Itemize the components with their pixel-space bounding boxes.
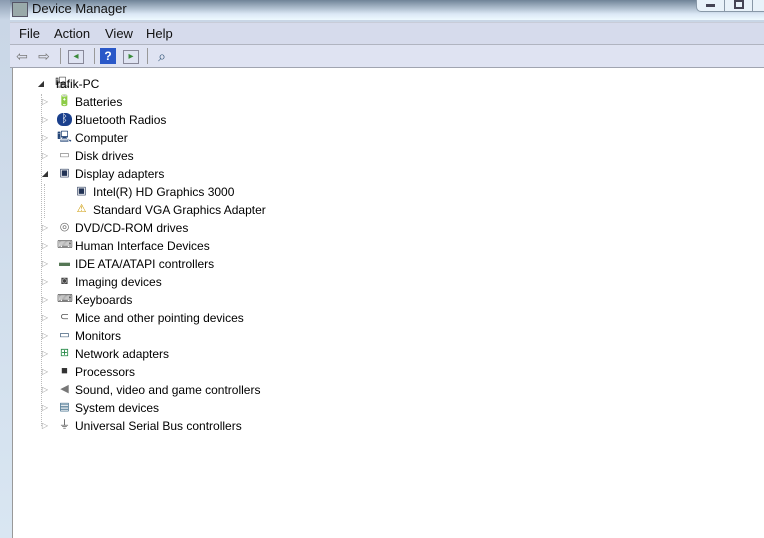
disk-drive-icon: ▭ [59, 149, 70, 161]
expand-arrow-icon[interactable]: ▷ [41, 363, 49, 381]
tree-item-label: Human Interface Devices [75, 239, 210, 253]
expand-arrow-icon[interactable]: ▷ [41, 309, 49, 327]
expand-arrow-icon[interactable]: ▷ [41, 111, 49, 129]
tree-item-label: Mice and other pointing devices [75, 311, 244, 325]
processor-icon: ■ [61, 365, 68, 377]
monitor-icon: ▭ [59, 329, 70, 341]
display-adapter-icon: ▣ [76, 185, 87, 197]
speaker-icon: ◀ [60, 383, 69, 395]
forward-icon[interactable]: ⇨ [36, 48, 52, 64]
tree-item-label: System devices [75, 401, 160, 415]
expand-arrow-icon[interactable]: ▷ [41, 417, 49, 435]
system-icon: ▤ [59, 401, 70, 413]
camera-icon: ◙ [61, 275, 68, 287]
tree-item-label: Disk drives [75, 149, 134, 163]
menu-file[interactable]: File [19, 26, 40, 41]
ide-icon: ▬ [59, 257, 70, 269]
show-hide-console-tree-icon[interactable]: ◂ [68, 50, 84, 64]
show-action-pane-icon[interactable]: ▸ [123, 50, 139, 64]
tree-item-label: Batteries [75, 95, 123, 109]
expand-arrow-icon[interactable]: ▷ [41, 291, 49, 309]
tree-item-label: Monitors [75, 329, 122, 343]
window-title: Device Manager [32, 1, 127, 16]
expand-arrow-icon[interactable]: ▷ [41, 255, 49, 273]
network-icon: ⊞ [59, 347, 70, 359]
collapse-arrow-icon[interactable]: ◢ [37, 75, 45, 93]
tree-item-label: DVD/CD-ROM drives [75, 221, 189, 235]
tree-item-label: Processors [75, 365, 136, 379]
usb-icon: ⏚ [59, 419, 70, 431]
back-icon[interactable]: ⇦ [14, 48, 30, 64]
tree-item-label: Network adapters [75, 347, 170, 361]
expand-arrow-icon[interactable]: ▷ [41, 93, 49, 111]
maximize-button[interactable] [725, 0, 753, 11]
expand-arrow-icon[interactable]: ▷ [41, 129, 49, 147]
menu-help[interactable]: Help [146, 26, 173, 41]
bluetooth-icon: ᛒ [57, 113, 72, 126]
tree-item-label: Standard VGA Graphics Adapter [93, 203, 266, 217]
expand-arrow-icon[interactable]: ▷ [41, 219, 49, 237]
mouse-icon: ⊂ [59, 311, 70, 323]
tree-item-label: Keyboards [75, 293, 133, 307]
device-manager-icon [12, 2, 28, 17]
expand-arrow-icon[interactable]: ▷ [41, 273, 49, 291]
expand-arrow-icon[interactable]: ▷ [41, 381, 49, 399]
computer-icon: 🖳 [57, 131, 72, 143]
tree-item-label: Sound, video and game controllers [75, 383, 261, 397]
tree-item-label: Universal Serial Bus controllers [75, 419, 242, 433]
tree-item-label: Computer [75, 131, 128, 145]
tree-item-label: Imaging devices [75, 275, 162, 289]
title-bar[interactable]: Device Manager [10, 0, 764, 20]
tree-item-label: Display adapters [75, 167, 165, 181]
window-controls [696, 0, 764, 12]
menu-view[interactable]: View [105, 26, 133, 41]
battery-icon: 🔋 [57, 95, 72, 107]
expand-arrow-icon[interactable]: ▷ [41, 399, 49, 417]
tree-root-label: rafik-PC [56, 77, 100, 91]
menu-action[interactable]: Action [54, 26, 90, 41]
hid-icon: ⌨ [57, 239, 73, 251]
tree-item-label: Intel(R) HD Graphics 3000 [93, 185, 235, 199]
expand-arrow-icon[interactable]: ▷ [41, 345, 49, 363]
dvd-icon: ◎ [59, 221, 70, 233]
scan-hardware-icon[interactable]: ⌕ [154, 48, 170, 64]
tree-item-label: Bluetooth Radios [75, 113, 167, 127]
device-tree: ◢ 🖳 rafik-PC ▷ 🔋 Batteries ▷ ᛒ Bluetooth Radi… [12, 68, 764, 538]
separator [147, 48, 148, 64]
toolbar: ⇦ ⇨ ◂ ? ▸ ⌕ [10, 45, 764, 68]
help-icon[interactable]: ? [100, 48, 116, 64]
keyboard-icon: ⌨ [57, 293, 73, 305]
minimize-button[interactable] [697, 0, 725, 11]
collapse-arrow-icon[interactable]: ◢ [41, 165, 49, 183]
expand-arrow-icon[interactable]: ▷ [41, 327, 49, 345]
warning-display-icon: ⚠ [76, 203, 87, 215]
separator [60, 48, 61, 64]
expand-arrow-icon[interactable]: ▷ [41, 147, 49, 165]
display-adapter-icon: ▣ [59, 167, 70, 179]
expand-arrow-icon[interactable]: ▷ [41, 237, 49, 255]
menu-bar: File Action View Help [10, 22, 764, 45]
tree-item-label: IDE ATA/ATAPI controllers [75, 257, 215, 271]
separator [94, 48, 95, 64]
